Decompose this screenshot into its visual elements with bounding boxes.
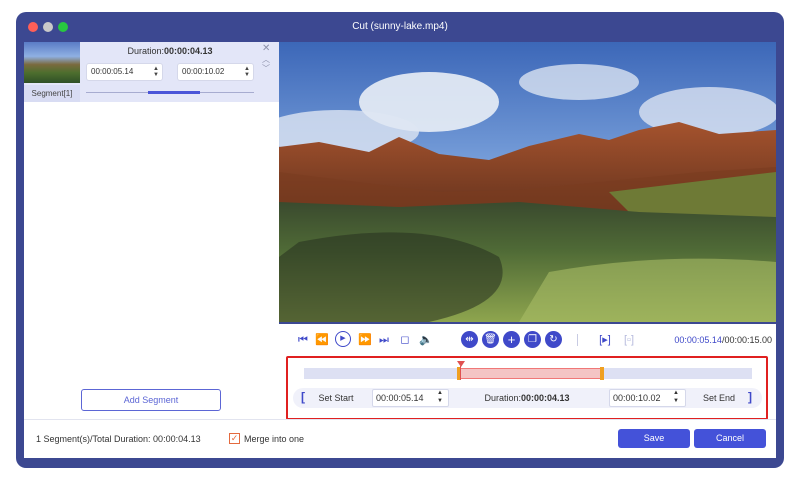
chevron-down-icon[interactable]: ﹀ [262, 64, 270, 74]
mark-out-icon[interactable]: [▫] [621, 332, 637, 348]
stop-icon[interactable]: ◻ [397, 332, 413, 348]
highlight-annotation [286, 356, 768, 420]
add-segment-button[interactable]: Add Segment [81, 389, 221, 411]
current-time: 00:00:05.14 [674, 335, 722, 345]
add-icon[interactable]: + [503, 331, 520, 348]
total-time: 00:00:15.00 [724, 335, 772, 345]
spin-up-down-icon[interactable]: ▲ ▼ [244, 66, 250, 78]
merge-checkbox[interactable]: ✓ [229, 433, 240, 444]
close-icon[interactable]: ✕ [262, 44, 270, 54]
segment-start-field[interactable]: 00:00:05.14 ▲ ▼ [86, 63, 163, 81]
spin-up-down-icon[interactable]: ▲ ▼ [153, 66, 159, 78]
window-title: Cut (sunny-lake.mp4) [352, 21, 448, 32]
segment-label: Segment[1] [24, 85, 80, 102]
reset-icon[interactable]: ↻ [545, 331, 562, 348]
title-bar: Cut (sunny-lake.mp4) [16, 12, 784, 42]
segment-duration: Duration:00:00:04.13 [127, 46, 213, 56]
playback-controls: ⏮ ⏪ ▶ ⏩ ⏭ ◻ 🔈 ⇹ 🗑 + ❐ ↻ [▸] [▫] 00:00:05… [279, 324, 776, 356]
save-button[interactable]: Save [618, 429, 690, 448]
time-display: 00:00:05.14/00:00:15.00 [674, 335, 772, 345]
video-frame-image [279, 42, 776, 322]
copy-icon[interactable]: ❐ [524, 331, 541, 348]
play-icon[interactable]: ▶ [335, 331, 351, 347]
segment-end-field[interactable]: 00:00:10.02 ▲ ▼ [177, 63, 254, 81]
skip-to-end-icon[interactable]: ⏭ [376, 332, 392, 348]
mark-in-icon[interactable]: [▸] [597, 332, 613, 348]
segment-position-fill [148, 91, 200, 94]
volume-icon[interactable]: 🔈 [418, 332, 434, 348]
segment-thumbnail [24, 42, 80, 83]
divider [577, 334, 578, 346]
merge-label: Merge into one [244, 434, 305, 444]
check-icon: ✓ [230, 433, 239, 443]
step-back-icon[interactable]: ⏪ [314, 332, 330, 348]
skip-to-start-icon[interactable]: ⏮ [295, 332, 311, 348]
total-summary: 1 Segment(s)/Total Duration: 00:00:04.13 [36, 434, 201, 444]
video-preview [279, 42, 776, 322]
split-icon[interactable]: ⇹ [461, 331, 478, 348]
segment-panel: Segment[1] Duration:00:00:04.13 00:00:05… [24, 42, 279, 419]
cancel-button[interactable]: Cancel [694, 429, 766, 448]
segment-row[interactable]: Segment[1] Duration:00:00:04.13 00:00:05… [24, 42, 279, 102]
delete-icon[interactable]: 🗑 [482, 331, 499, 348]
step-forward-icon[interactable]: ⏩ [357, 332, 373, 348]
